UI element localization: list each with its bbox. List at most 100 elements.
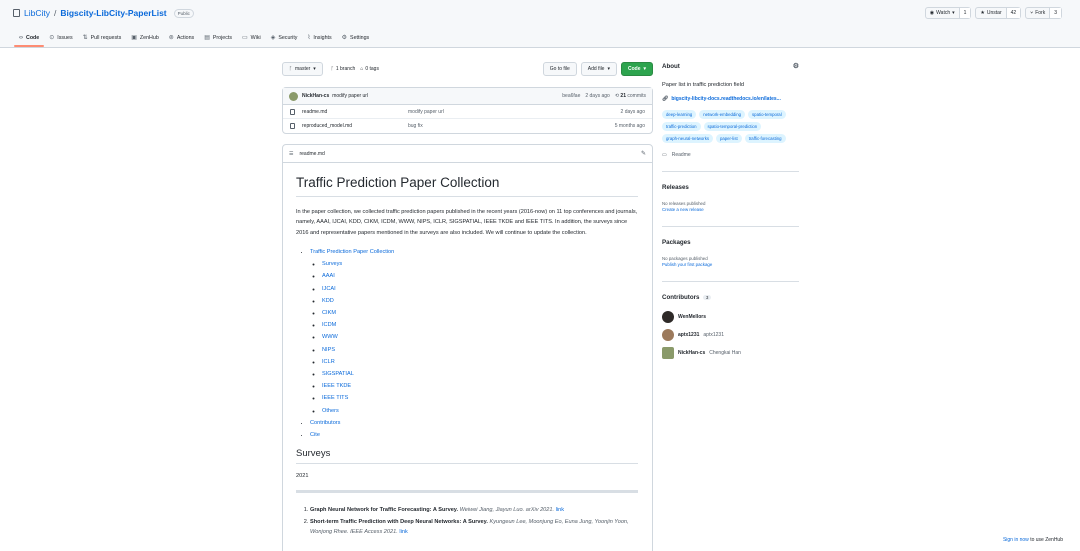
latest-commit: NickHan-cs modify paper url bea6fae 2 da…	[283, 88, 652, 105]
topic-tag[interactable]: deep-learning	[662, 110, 697, 119]
reference-venue: arXiv 2021.	[525, 507, 555, 514]
contributor-item[interactable]: NickHan-cs Chengkai Han	[662, 347, 799, 359]
website-link[interactable]: 🔗︎ bigscity-libcity-docs.readthedocs.io/e…	[662, 96, 799, 102]
toc-link[interactable]: Surveys	[322, 261, 342, 267]
toc-link[interactable]: Contributors	[310, 420, 340, 426]
toc-link[interactable]: Traffic Prediction Paper Collection	[310, 249, 394, 255]
contributor-item[interactable]: aptx1231 aptx1231	[662, 329, 799, 341]
eye-icon: ◉	[929, 10, 935, 16]
toc-link[interactable]: Cite	[310, 432, 320, 438]
unstar-button[interactable]: ★ Unstar 42	[975, 7, 1022, 19]
file-commit-time: 5 months ago	[614, 123, 645, 129]
project-icon: ▤	[204, 35, 210, 41]
watch-button[interactable]: ◉ Watch ▾ 1	[924, 7, 972, 19]
reference-link[interactable]: link	[556, 507, 564, 513]
tab-label: Settings	[350, 34, 370, 41]
repo-tabs: ‹› Code ⊙ Issues ⇅ Pull requests ▣ ZenHub ⊚ A…	[14, 34, 374, 47]
topic-tag[interactable]: spatio-temporal-prediction	[703, 122, 762, 131]
toc-link[interactable]: ICLR	[322, 359, 335, 365]
readme-link-label: Readme	[671, 152, 691, 158]
file-name[interactable]: reproduced_model.md	[302, 123, 408, 129]
commit-author[interactable]: NickHan-cs	[302, 93, 329, 99]
code-button[interactable]: Code ▾	[620, 62, 653, 76]
file-commit-message[interactable]: modify paper url	[408, 109, 621, 115]
tab-zenhub[interactable]: ▣ ZenHub	[126, 34, 164, 47]
list-icon[interactable]: ☰	[289, 151, 293, 157]
add-file-label: Add file	[587, 66, 605, 72]
commit-hash[interactable]: bea6fae	[562, 93, 580, 99]
fork-button[interactable]: ⑂ Fork 3	[1025, 7, 1062, 19]
contributor-login: WenMellors	[678, 314, 706, 320]
contributors-heading[interactable]: Contributors 3	[662, 294, 799, 301]
toc-item: CIKM	[322, 307, 638, 319]
file-commit-message[interactable]: bug fix	[408, 123, 615, 129]
contributor-item[interactable]: WenMellors	[662, 311, 799, 323]
file-toolbar: ᚴ master ▾ ᚴ 1 branch ⌂ 0 tags Go to fil…	[282, 61, 653, 77]
avatar[interactable]	[289, 91, 298, 101]
toc-item: KDD	[322, 295, 638, 307]
repo-owner-link[interactable]: LibCity	[24, 8, 50, 18]
tags-link[interactable]: ⌂ 0 tags	[360, 66, 379, 72]
fork-count[interactable]: 3	[1049, 8, 1061, 18]
link-icon: 🔗︎	[662, 96, 669, 102]
tab-settings[interactable]: ⚙ Settings	[337, 34, 375, 47]
publish-package-link[interactable]: Publish your first package	[662, 262, 712, 267]
reference-link[interactable]: link	[399, 529, 407, 535]
code-label: Code	[627, 66, 641, 72]
tab-code[interactable]: ‹› Code	[14, 34, 45, 47]
topic-tag[interactable]: traffic-forecasting	[744, 134, 786, 143]
zenhub-banner: Sign in now to use ZenHub	[1003, 537, 1063, 543]
toc-link[interactable]: IJCAI	[322, 286, 336, 292]
star-count[interactable]: 42	[1005, 8, 1021, 18]
branches-link[interactable]: ᚴ 1 branch	[331, 66, 355, 72]
create-release-link[interactable]: Create a new release	[662, 207, 704, 212]
toc-link[interactable]: AAAI	[322, 273, 335, 279]
pull-request-icon: ⇅	[82, 35, 88, 41]
toc-link[interactable]: CIKM	[322, 310, 336, 316]
branch-select[interactable]: ᚴ master ▾	[282, 62, 323, 76]
add-file-button[interactable]: Add file ▾	[580, 62, 617, 76]
play-icon: ⊚	[168, 35, 174, 41]
packages-heading[interactable]: Packages	[662, 239, 799, 246]
toc-link[interactable]: NIPS	[322, 347, 335, 353]
tab-insights[interactable]: ⌇ Insights	[302, 34, 336, 47]
toc-link[interactable]: KDD	[322, 298, 334, 304]
tab-pull-requests[interactable]: ⇅ Pull requests	[78, 34, 127, 47]
pencil-icon[interactable]: ✎	[641, 150, 646, 157]
about-heading-label: About	[662, 62, 680, 70]
tab-actions[interactable]: ⊚ Actions	[164, 34, 199, 47]
releases-heading[interactable]: Releases	[662, 184, 799, 191]
zenhub-sign-in-link[interactable]: Sign in now	[1003, 537, 1029, 543]
topic-tag[interactable]: graph-neural-networks	[662, 134, 713, 143]
gear-icon[interactable]: ⚙	[793, 62, 799, 70]
readme-link[interactable]: ▭ Readme	[662, 152, 799, 158]
issue-icon: ⊙	[49, 35, 55, 41]
file-name[interactable]: readme.md	[302, 109, 408, 115]
watch-count[interactable]: 1	[958, 8, 971, 18]
topic-tag[interactable]: spatio-temporal	[748, 110, 786, 119]
tab-projects[interactable]: ▤ Projects	[199, 34, 237, 47]
toc-link[interactable]: IEEE TITS	[322, 395, 348, 401]
commits-link[interactable]: ⟲ 21 commits	[615, 93, 646, 99]
topic-tag[interactable]: traffic-prediction	[662, 122, 701, 131]
contributor-login: aptx1231	[678, 332, 700, 338]
topic-list: deep-learning network-embedding spatio-t…	[662, 110, 799, 143]
toc-link[interactable]: WWW	[322, 334, 338, 340]
repo-header: LibCity / Bigscity-LibCity-PaperList Pub…	[0, 0, 1080, 48]
go-to-file-button[interactable]: Go to file	[542, 62, 577, 76]
topic-tag[interactable]: network-embedding	[699, 110, 746, 119]
tab-wiki[interactable]: ▭ Wiki	[237, 34, 266, 47]
toc-link[interactable]: SIGSPATIAL	[322, 371, 354, 377]
repo-name-link[interactable]: Bigscity-LibCity-PaperList	[60, 8, 166, 18]
toc-link[interactable]: Others	[322, 408, 339, 414]
topic-tag[interactable]: paper-list	[716, 134, 742, 143]
commit-message[interactable]: modify paper url	[332, 93, 368, 99]
tab-security[interactable]: ◈ Security	[266, 34, 303, 47]
contributors-count: 3	[703, 295, 711, 300]
toc-link[interactable]: IEEE TKDE	[322, 383, 351, 389]
tab-issues[interactable]: ⊙ Issues	[44, 34, 77, 47]
graph-icon: ⌇	[307, 35, 311, 41]
book-icon: ▭	[662, 152, 667, 158]
file-icon	[290, 108, 295, 115]
toc-link[interactable]: ICDM	[322, 322, 336, 328]
